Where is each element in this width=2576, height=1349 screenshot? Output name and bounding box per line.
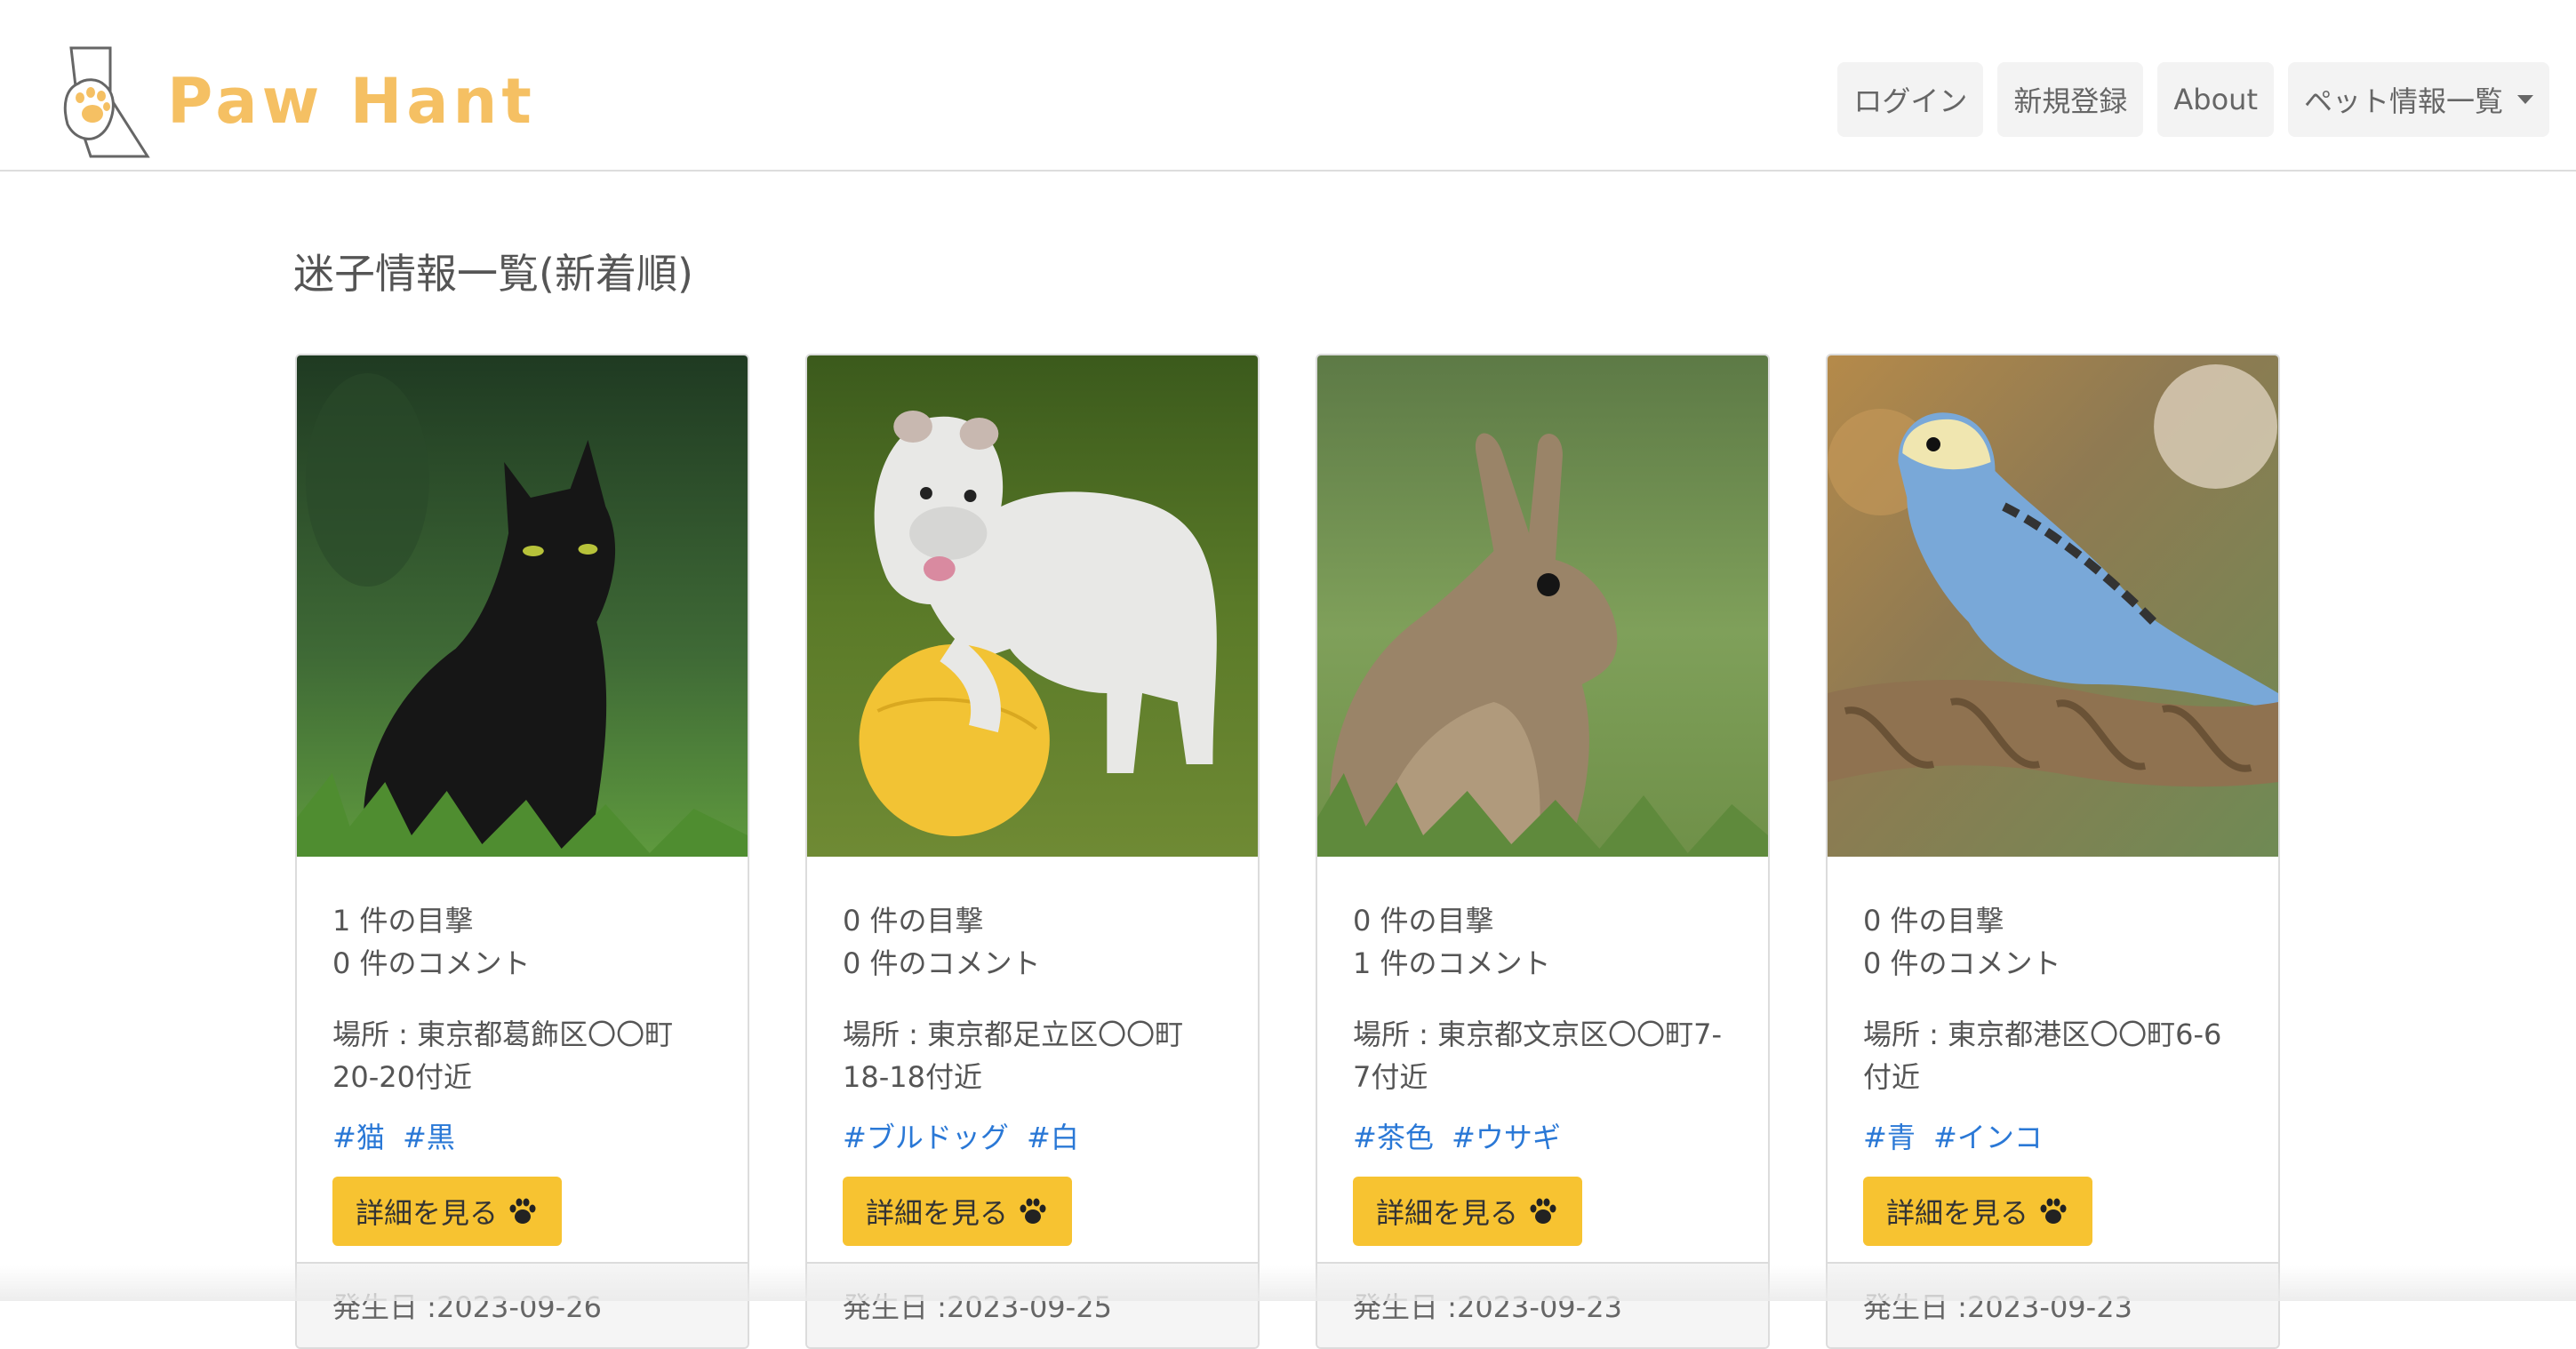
nav-pets-label: ペット情報一覧	[2303, 84, 2503, 118]
page-title: 迷子情報一覧(新着順)	[293, 250, 693, 298]
tag-list: #猫 #黒	[332, 1116, 712, 1159]
location-text: 場所 : 東京都文京区〇〇町7-7付近	[1353, 1018, 1723, 1094]
view-details-button[interactable]: 詳細を見る	[1863, 1177, 2093, 1246]
comment-count: 1 件のコメント	[1353, 946, 1551, 980]
caret-down-icon	[2517, 95, 2533, 104]
paw-icon	[509, 1198, 536, 1224]
tag-link[interactable]: #白	[1027, 1121, 1079, 1154]
tag-link[interactable]: #ブルドッグ	[843, 1121, 1009, 1154]
card-body: 0 件の目撃 1 件のコメント 場所 : 東京都文京区〇〇町7-7付近 #茶色 …	[1317, 857, 1768, 1246]
date-footer: 発生日 :2023-09-26	[297, 1262, 748, 1347]
view-details-label: 詳細を見る	[1376, 1197, 1519, 1229]
comment-count: 0 件のコメント	[332, 946, 531, 980]
card-body: 0 件の目撃 0 件のコメント 場所 : 東京都港区〇〇町6-6付近 #青 #イ…	[1828, 857, 2278, 1246]
tag-link[interactable]: #茶色	[1353, 1121, 1434, 1154]
nav-pets-dropdown[interactable]: ペット情報一覧	[2287, 62, 2549, 137]
brown-rabbit-photo[interactable]	[1317, 355, 1768, 857]
tag-list: #茶色 #ウサギ	[1353, 1116, 1732, 1159]
blue-parakeet-photo[interactable]	[1828, 355, 2278, 857]
sighting-count: 0 件の目撃	[1863, 904, 2004, 938]
tag-link[interactable]: #黒	[403, 1121, 455, 1154]
tag-list: #青 #インコ	[1863, 1116, 2243, 1159]
top-navbar: Paw Hant ログイン 新規登録 About ペット情報一覧	[0, 0, 2576, 172]
card-body: 0 件の目撃 0 件のコメント 場所 : 東京都足立区〇〇町18-18付近 #ブ…	[807, 857, 1258, 1246]
nav-login[interactable]: ログイン	[1837, 62, 1984, 137]
view-details-button[interactable]: 詳細を見る	[332, 1177, 563, 1246]
sighting-count: 1 件の目撃	[332, 904, 474, 938]
tag-link[interactable]: #インコ	[1933, 1121, 2043, 1154]
nav-register[interactable]: 新規登録	[1997, 62, 2144, 137]
paw-icon	[2040, 1198, 2067, 1224]
lost-pet-card: 0 件の目撃 1 件のコメント 場所 : 東京都文京区〇〇町7-7付近 #茶色 …	[1316, 354, 1770, 1349]
comment-count: 0 件のコメント	[843, 946, 1041, 980]
location-text: 場所 : 東京都港区〇〇町6-6付近	[1863, 1018, 2222, 1094]
lost-pet-card: 0 件の目撃 0 件のコメント 場所 : 東京都港区〇〇町6-6付近 #青 #イ…	[1826, 354, 2280, 1349]
white-bulldog-photo[interactable]	[807, 355, 1258, 857]
main-nav: ログイン 新規登録 About ペット情報一覧	[1837, 62, 2549, 137]
view-details-label: 詳細を見る	[1886, 1197, 2029, 1229]
paw-icon	[1530, 1198, 1556, 1224]
card-body: 1 件の目撃 0 件のコメント 場所 : 東京都葛飾区〇〇町20-20付近 #猫…	[297, 857, 748, 1246]
date-footer: 発生日 :2023-09-23	[1828, 1262, 2278, 1347]
tag-list: #ブルドッグ #白	[843, 1116, 1222, 1159]
lost-pet-card: 0 件の目撃 0 件のコメント 場所 : 東京都足立区〇〇町18-18付近 #ブ…	[805, 354, 1260, 1349]
tag-link[interactable]: #青	[1863, 1121, 1916, 1154]
view-details-label: 詳細を見る	[356, 1197, 499, 1229]
view-details-label: 詳細を見る	[866, 1197, 1009, 1229]
cat-paw-hand-icon	[63, 46, 150, 158]
date-footer: 発生日 :2023-09-25	[807, 1262, 1258, 1347]
nav-about[interactable]: About	[2157, 62, 2274, 137]
tag-link[interactable]: #ウサギ	[1452, 1121, 1561, 1154]
sighting-count: 0 件の目撃	[843, 904, 984, 938]
tag-link[interactable]: #猫	[332, 1121, 385, 1154]
brand-name: Paw Hant	[167, 65, 536, 138]
lost-pet-card-list: 1 件の目撃 0 件のコメント 場所 : 東京都葛飾区〇〇町20-20付近 #猫…	[295, 354, 2280, 1349]
brand-link[interactable]: Paw Hant	[59, 43, 536, 160]
black-cat-photo[interactable]	[297, 355, 748, 857]
paw-icon	[1020, 1198, 1046, 1224]
view-details-button[interactable]: 詳細を見る	[843, 1177, 1073, 1246]
lost-pet-card: 1 件の目撃 0 件のコメント 場所 : 東京都葛飾区〇〇町20-20付近 #猫…	[295, 354, 749, 1349]
sighting-count: 0 件の目撃	[1353, 904, 1494, 938]
view-details-button[interactable]: 詳細を見る	[1353, 1177, 1583, 1246]
location-text: 場所 : 東京都足立区〇〇町18-18付近	[843, 1018, 1184, 1094]
location-text: 場所 : 東京都葛飾区〇〇町20-20付近	[332, 1018, 674, 1094]
date-footer: 発生日 :2023-09-23	[1317, 1262, 1768, 1347]
comment-count: 0 件のコメント	[1863, 946, 2061, 980]
